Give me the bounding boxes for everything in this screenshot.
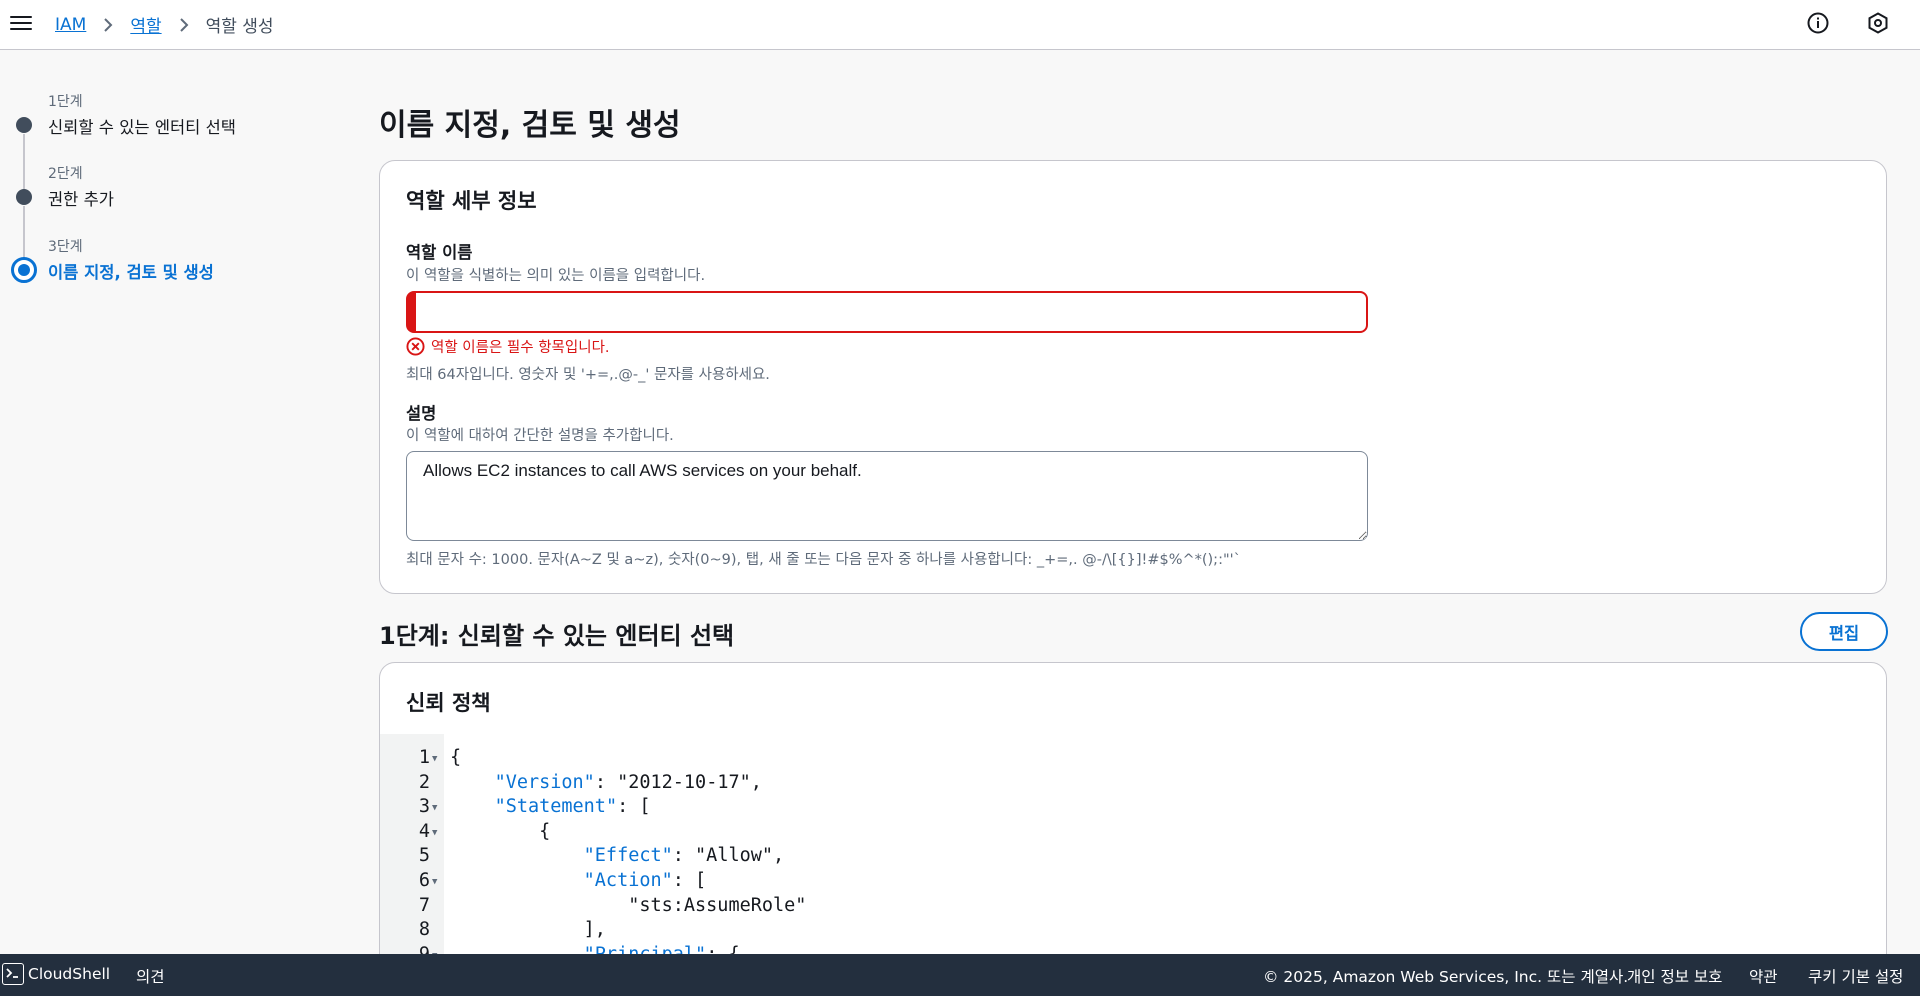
footer-bar: CloudShell 의견 © 2025, Amazon Web Service… [0,954,1920,996]
code-text: "Version": "2012-10-17", [494,771,762,793]
code-text: { [450,820,551,842]
code-line: 7 "sts:AssumeRole" [380,894,1886,919]
role-name-hint: 최대 64자입니다. 영숫자 및 '+=,.@-_' 문자를 사용하세요. [406,367,770,383]
line-number: 5 [418,845,430,867]
line-number: 3 [418,796,430,818]
page-title: 이름 지정, 검토 및 생성 [379,108,681,143]
role-name-label: 역할 이름 [406,243,473,262]
terms-link[interactable]: 약관 [1749,965,1778,987]
line-number: 2 [418,771,430,793]
fold-caret-icon[interactable]: ▼ [432,821,437,846]
role-details-title: 역할 세부 정보 [406,189,537,213]
role-name-description: 이 역할을 식별하는 의미 있는 이름을 입력합니다. [406,268,706,284]
step-label-name-review-create: 이름 지정, 검토 및 생성 [48,263,214,282]
step1-section-title: 1단계: 신뢰할 수 있는 엔터티 선택 [379,622,735,650]
line-number: 6 [418,870,430,891]
step-number: 2단계 [48,166,83,182]
role-name-error: 역할 이름은 필수 항목입니다. [406,336,610,357]
info-icon[interactable] [1806,11,1830,35]
code-text: "Action": [ [583,870,707,891]
trust-policy-title: 신뢰 정책 [406,691,491,715]
fold-caret-icon[interactable]: ▼ [432,944,437,954]
role-name-error-text: 역할 이름은 필수 항목입니다. [431,340,610,356]
breadcrumb-iam[interactable]: IAM [55,15,86,35]
code-text: "Principal": { [450,943,740,954]
step-connector [23,134,25,196]
chevron-right-icon [178,17,190,33]
code-text: "sts:AssumeRole" [450,894,807,916]
breadcrumb-roles[interactable]: 역할 [130,12,161,37]
code-line: 4 ▼ { [380,820,1886,845]
line-number: 4 [418,820,430,842]
code-line: 9▼ "Principal": { [380,943,1886,954]
breadcrumb: IAM 역할 역할 생성 [55,12,274,38]
code-line: 6 ▼ "Action": [ [380,869,1886,894]
edit-button[interactable]: 편집 [1800,612,1888,651]
line-number: 7 [418,894,430,916]
line-number: 9 [380,943,430,954]
step-number: 3단계 [48,239,83,255]
trust-policy-code-editor[interactable]: 1 ▼{2 "Version": "2012-10-17", 3 ▼ "Stateme… [380,734,1886,954]
feedback-link[interactable]: 의견 [136,965,165,987]
code-line: 2 "Version": "2012-10-17", [380,771,1886,796]
role-details-card: 역할 세부 정보 역할 이름 이 역할을 식별하는 의미 있는 이름을 입력합니… [379,160,1887,594]
code-line: 5 "Effect": "Allow", [380,844,1886,869]
code-text: "Statement": [ [494,796,651,818]
fold-caret-icon[interactable]: ▼ [432,796,437,821]
code-line: 8 ], [380,918,1886,943]
line-number: 1 [418,747,430,768]
error-icon [406,337,425,356]
step-active-dot [11,257,37,283]
step-number: 1단계 [48,94,83,110]
code-line: 1 ▼ { [380,746,1886,771]
menu-icon[interactable] [10,12,32,34]
breadcrumb-current: 역할 생성 [205,17,274,37]
fold-caret-icon[interactable]: ▼ [432,747,437,772]
copyright-text: © 2025, Amazon Web Services, Inc. 또는 계열사… [1263,968,1629,986]
cloudshell-icon[interactable] [2,963,24,985]
step-complete-dot [16,117,32,133]
code-line: 3 ▼ "Statement": [ [380,795,1886,820]
description-label: 설명 [406,404,437,423]
step-label-trusted-entity[interactable]: 신뢰할 수 있는 엔터티 선택 [48,114,236,138]
description-hint: 최대 문자 수: 1000. 문자(A~Z 및 a~z), 숫자(0~9), 탭… [406,552,1241,568]
settings-icon[interactable] [1866,11,1890,35]
fold-caret-icon[interactable]: ▼ [432,870,437,895]
description-helper: 이 역할에 대하여 간단한 설명을 추가합니다. [406,428,674,444]
line-number: 8 [418,919,430,941]
code-text: "Effect": "Allow", [583,845,785,867]
step-complete-dot [16,189,32,205]
chevron-right-icon [102,17,114,33]
top-navigation: IAM 역할 역할 생성 [0,0,1920,50]
code-text: { [450,747,462,768]
cookie-preferences-link[interactable]: 쿠키 기본 설정 [1808,965,1903,987]
description-textarea[interactable]: Allows EC2 instances to call AWS service… [406,451,1368,541]
code-text: ], [450,919,606,941]
privacy-link[interactable]: 개인 정보 보호 [1627,965,1722,987]
cloudshell-link[interactable]: CloudShell [28,965,110,983]
role-name-input[interactable] [406,291,1368,333]
step-label-add-permissions[interactable]: 권한 추가 [48,186,114,210]
